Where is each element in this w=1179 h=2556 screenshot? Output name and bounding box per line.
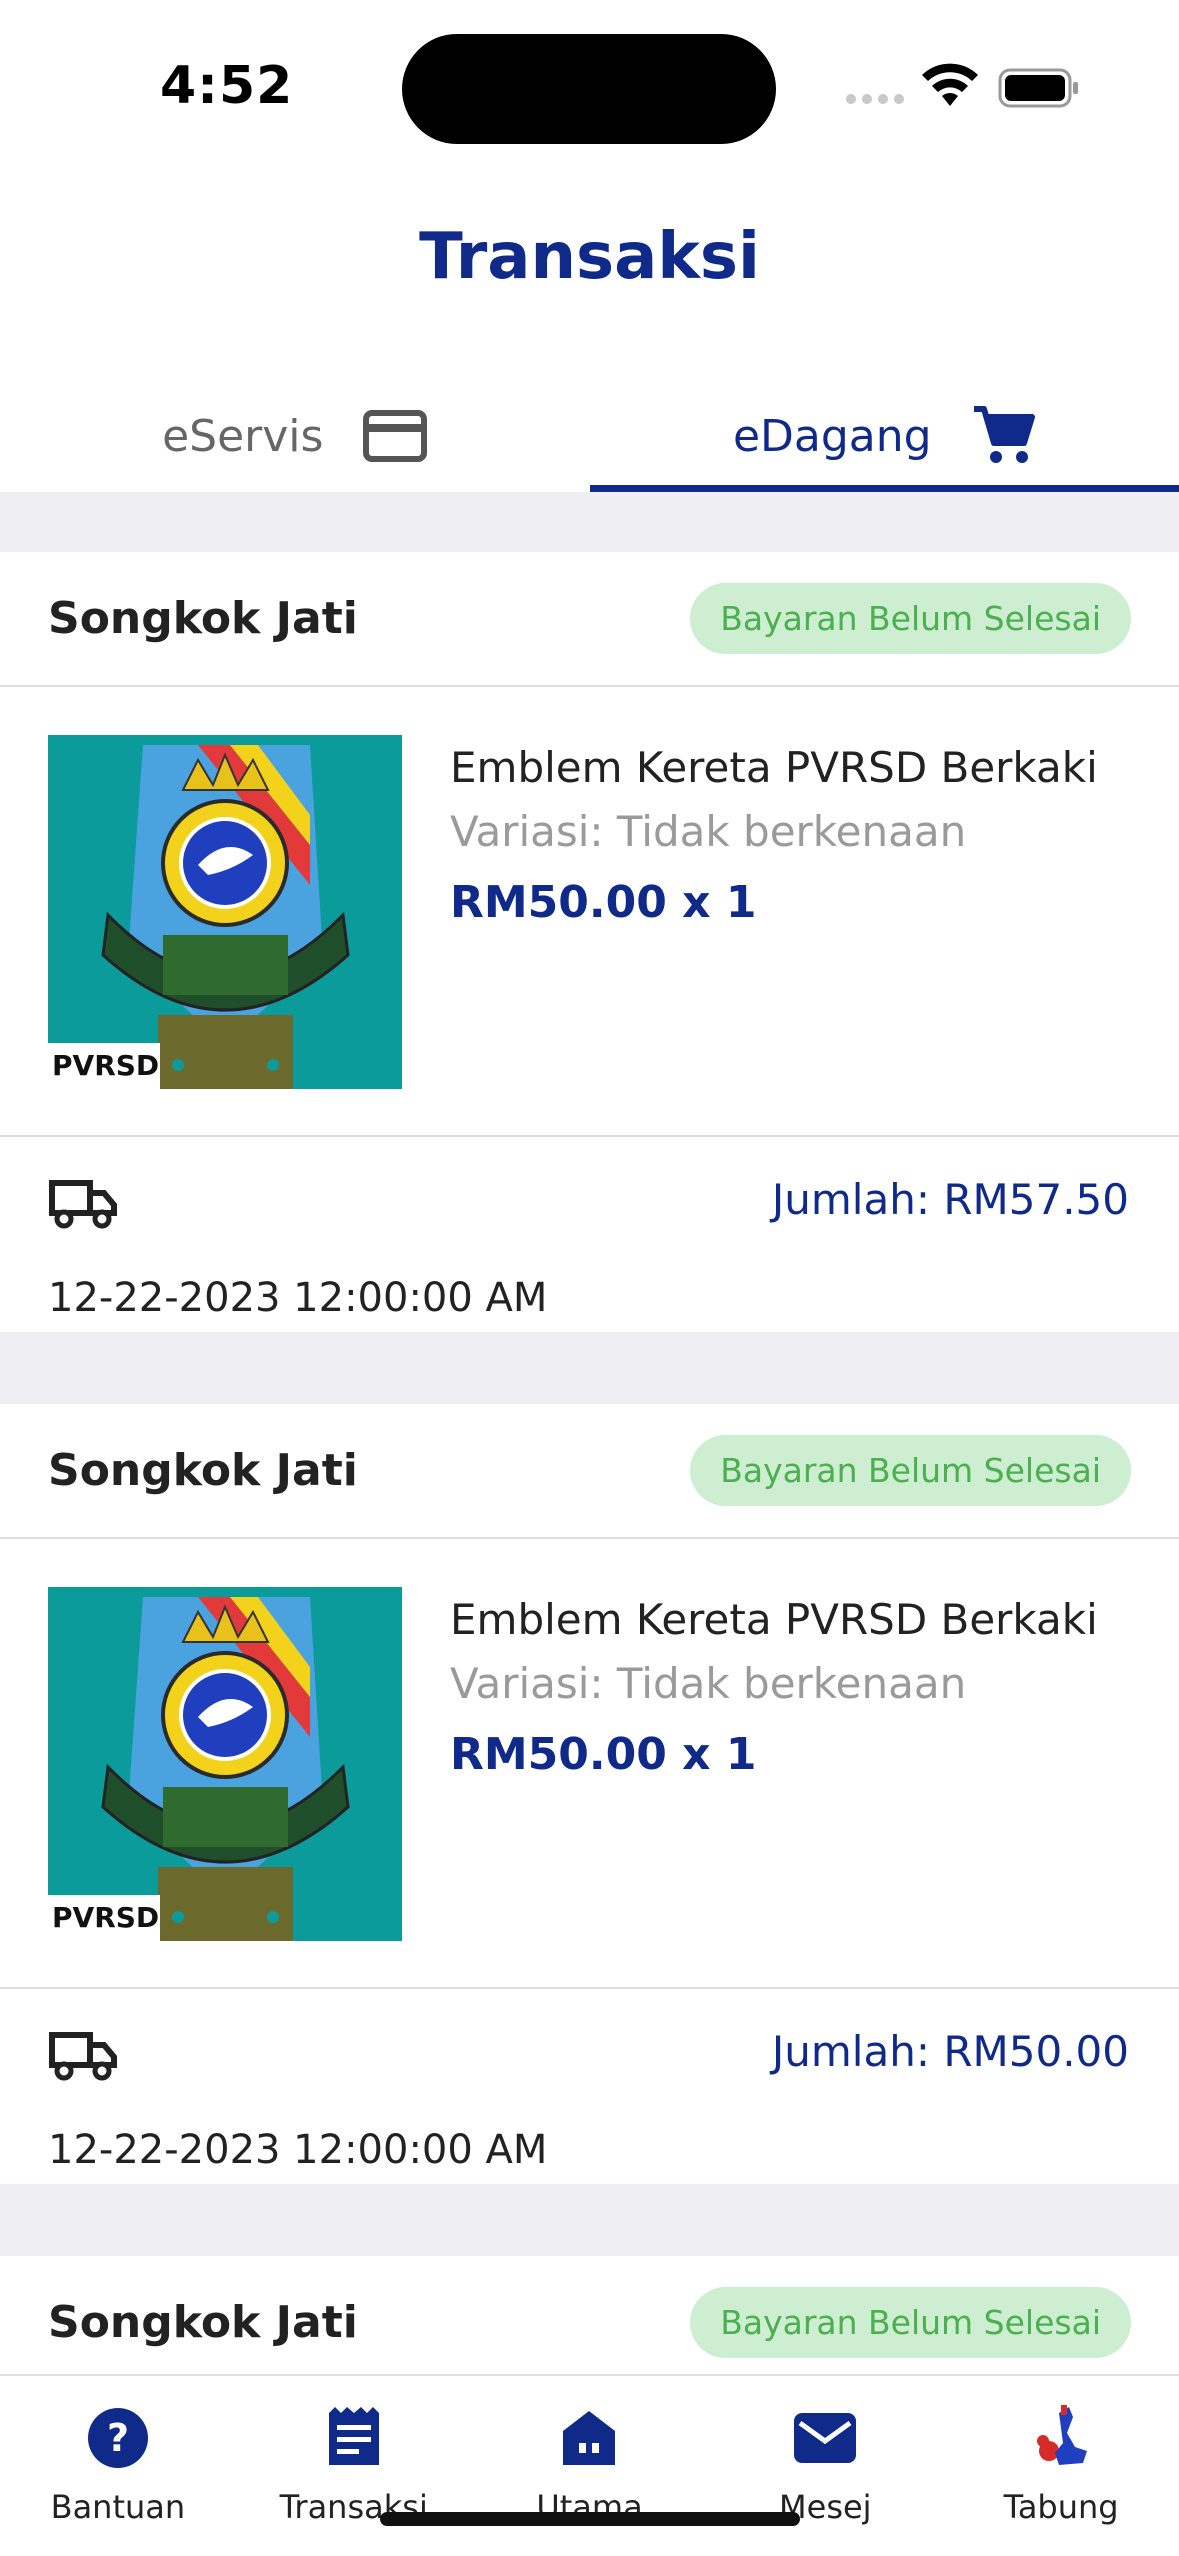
dynamic-island xyxy=(402,34,776,144)
nav-mesej[interactable]: Mesej xyxy=(707,2376,943,2556)
order-item[interactable]: PVRSD Emblem Kereta PVRSD Berkaki Varias… xyxy=(0,687,1179,1137)
shop-name: Songkok Jati xyxy=(48,1445,358,1496)
nav-bantuan-label: Bantuan xyxy=(50,2488,186,2526)
nav-bantuan[interactable]: ? Bantuan xyxy=(0,2376,236,2556)
tab-bar: eServis eDagang xyxy=(0,380,1179,492)
tab-edagang[interactable]: eDagang xyxy=(589,380,1179,492)
tabung-logo-icon xyxy=(1029,2405,1093,2470)
order-card-header: Songkok Jati Bayaran Belum Selesai xyxy=(0,552,1179,687)
order-total: Jumlah: RM57.50 xyxy=(771,1175,1129,1224)
item-variant: Variasi: Tidak berkenaan xyxy=(450,1659,967,1708)
order-total: Jumlah: RM50.00 xyxy=(771,2027,1129,2076)
order-card[interactable]: Songkok Jati Bayaran Belum Selesai xyxy=(0,2256,1179,2374)
tab-edagang-label: eDagang xyxy=(732,410,932,462)
bottom-nav: ? Bantuan Transaksi Utama Mesej Tabung xyxy=(0,2374,1179,2556)
nav-tabung[interactable]: Tabung xyxy=(943,2376,1179,2556)
truck-icon xyxy=(49,1180,117,1229)
order-card[interactable]: Songkok Jati Bayaran Belum Selesai xyxy=(0,552,1179,1332)
page-title: Transaksi xyxy=(419,220,760,294)
item-price: RM50.00 x 1 xyxy=(450,1729,757,1780)
status-badge: Bayaran Belum Selesai xyxy=(690,1435,1131,1506)
order-item[interactable]: PVRSD Emblem Kereta PVRSD Berkaki Varias… xyxy=(0,1539,1179,1989)
status-badge: Bayaran Belum Selesai xyxy=(690,2287,1131,2358)
status-badge: Bayaran Belum Selesai xyxy=(690,583,1131,654)
home-indicator[interactable] xyxy=(380,2512,800,2526)
status-bar: 4:52 xyxy=(0,0,1179,170)
order-footer: Jumlah: RM57.50 12-22-2023 12:00:00 AM xyxy=(0,1137,1179,1332)
shop-name: Songkok Jati xyxy=(48,593,358,644)
receipt-icon xyxy=(322,2406,386,2470)
order-card-header: Songkok Jati Bayaran Belum Selesai xyxy=(0,1404,1179,1539)
status-time: 4:52 xyxy=(160,56,294,116)
order-card[interactable]: Songkok Jati Bayaran Belum Selesai xyxy=(0,1404,1179,2184)
product-image: PVRSD xyxy=(48,1587,402,1941)
truck-icon xyxy=(49,2032,117,2081)
order-card-header: Songkok Jati Bayaran Belum Selesai xyxy=(0,2256,1179,2374)
product-image-label: PVRSD xyxy=(52,1901,160,1934)
tab-eservis[interactable]: eServis xyxy=(0,380,590,492)
order-date: 12-22-2023 12:00:00 AM xyxy=(48,1275,548,1321)
battery-icon xyxy=(998,68,1078,108)
order-list[interactable]: Songkok Jati Bayaran Belum Selesai PVRSD… xyxy=(0,492,1179,2374)
nav-utama[interactable]: Utama xyxy=(472,2376,708,2556)
help-icon: ? xyxy=(86,2406,150,2470)
order-date: 12-22-2023 12:00:00 AM xyxy=(48,2127,548,2173)
nav-transaksi[interactable]: Transaksi xyxy=(236,2376,472,2556)
item-name: Emblem Kereta PVRSD Berkaki xyxy=(450,743,1098,792)
product-image: PVRSD xyxy=(48,735,402,1089)
item-price: RM50.00 x 1 xyxy=(450,877,757,928)
emblem-image xyxy=(48,735,402,1089)
shop-name: Songkok Jati xyxy=(48,2297,358,2348)
credit-card-icon xyxy=(363,410,428,462)
order-footer: Jumlah: RM50.00 12-22-2023 12:00:00 AM xyxy=(0,1989,1179,2184)
nav-tabung-label: Tabung xyxy=(1003,2488,1119,2526)
item-variant: Variasi: Tidak berkenaan xyxy=(450,807,967,856)
wifi-icon xyxy=(922,63,978,106)
cellular-signal-icon xyxy=(846,94,904,104)
home-icon xyxy=(557,2406,621,2470)
mail-icon xyxy=(793,2406,857,2470)
svg-text:?: ? xyxy=(107,2416,129,2460)
product-image-label: PVRSD xyxy=(52,1049,160,1082)
emblem-image xyxy=(48,1587,402,1941)
tab-eservis-label: eServis xyxy=(162,410,324,462)
shopping-cart-icon xyxy=(973,406,1035,463)
item-name: Emblem Kereta PVRSD Berkaki xyxy=(450,1595,1098,1644)
